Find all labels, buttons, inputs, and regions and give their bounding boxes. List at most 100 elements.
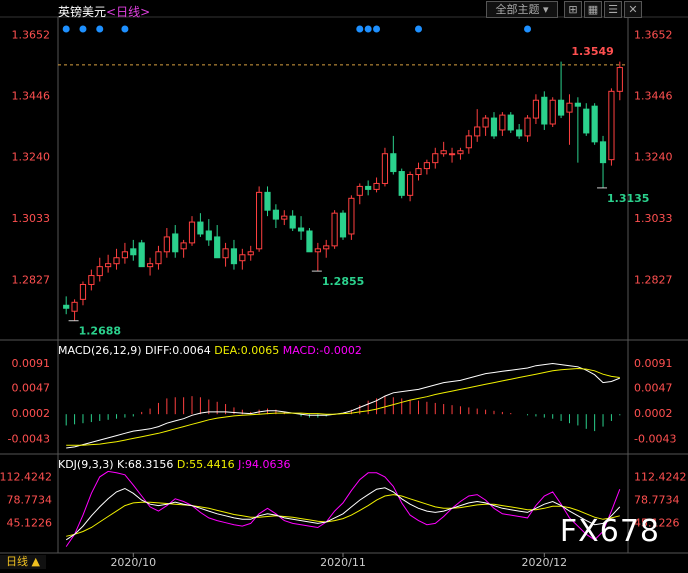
price-y-tick-left: 1.3240 bbox=[12, 151, 51, 164]
period-selector-button[interactable]: 日线 ▲ bbox=[0, 555, 46, 569]
kdj-k-line bbox=[65, 487, 621, 541]
macd-diff-readout: DIFF:0.0064 bbox=[145, 344, 211, 357]
kdj-y-tick-left: 45.1226 bbox=[7, 517, 53, 530]
candle-body bbox=[432, 153, 439, 164]
candle-body bbox=[423, 162, 430, 170]
candle-body bbox=[146, 263, 154, 268]
low-price-label: 1.2688 bbox=[79, 325, 121, 338]
candle-body bbox=[314, 248, 321, 253]
candle-body bbox=[516, 129, 523, 137]
price-y-tick-right: 1.3652 bbox=[634, 28, 673, 41]
candle-body bbox=[289, 215, 296, 229]
x-tick-label: 2020/12 bbox=[521, 556, 567, 569]
chart-stage: 1.3652 1.3652 1.3446 1.3446 1.3240 1.3240 1.30… bbox=[0, 0, 688, 569]
candle-body bbox=[557, 99, 565, 116]
macd-value-readout: MACD:-0.0002 bbox=[282, 344, 362, 357]
grid-icon[interactable]: ▦ bbox=[584, 1, 602, 18]
candle-body bbox=[79, 283, 87, 300]
candle-body bbox=[281, 215, 288, 220]
candle-body bbox=[356, 185, 363, 196]
macd-dea-readout: DEA:0.0065 bbox=[214, 344, 280, 357]
kdj-y-tick-left: 78.7734 bbox=[7, 494, 53, 507]
macd-y-tick-right: 0.0091 bbox=[634, 357, 673, 370]
candle-body bbox=[188, 221, 196, 244]
signal-dot bbox=[96, 25, 104, 33]
candle-body bbox=[155, 251, 162, 265]
candle-body bbox=[448, 153, 456, 156]
candle-body bbox=[574, 102, 581, 107]
kdj-d-line bbox=[66, 494, 620, 537]
candle-body bbox=[398, 171, 405, 196]
price-y-tick-left: 1.2827 bbox=[12, 273, 51, 286]
kdj-k-readout: K:68.3156 bbox=[117, 458, 174, 471]
candle-body bbox=[272, 209, 279, 220]
candle-body bbox=[256, 191, 263, 250]
macd-title: MACD(26,12,9) DIFF:0.0064 DEA:0.0065 MAC… bbox=[58, 344, 362, 357]
kdj-d-readout: D:55.4416 bbox=[176, 458, 235, 471]
candle-body bbox=[566, 102, 573, 113]
watermark: FX678 bbox=[559, 514, 660, 549]
candle-body bbox=[113, 257, 120, 265]
price-y-tick-left: 1.3652 bbox=[12, 28, 51, 41]
candle-body bbox=[541, 96, 548, 125]
high-price-label: 1.3549 bbox=[571, 45, 613, 58]
macd-y-tick-left: -0.0043 bbox=[8, 432, 50, 445]
low-price-label: 1.2855 bbox=[322, 275, 364, 288]
macd-y-tick-left: 0.0002 bbox=[12, 407, 51, 420]
candle-body bbox=[373, 182, 380, 190]
candle-body bbox=[331, 212, 338, 247]
candle-body bbox=[105, 263, 112, 268]
candle-body bbox=[214, 236, 221, 259]
kdj-y-tick-right: 112.4242 bbox=[634, 471, 687, 484]
price-y-tick-left: 1.3033 bbox=[12, 212, 51, 225]
candle-body bbox=[239, 254, 246, 262]
kdj-y-tick-left: 112.4242 bbox=[0, 471, 52, 484]
candle-body bbox=[407, 174, 414, 196]
candle-body bbox=[415, 168, 422, 176]
theme-dropdown-button[interactable]: 全部主题 ▾ bbox=[486, 1, 558, 18]
price-y-tick-right: 1.3240 bbox=[634, 151, 673, 164]
macd-dea-line bbox=[66, 367, 620, 446]
signal-dot bbox=[62, 25, 70, 33]
kdj-title: KDJ(9,3,3) K:68.3156 D:55.4416 J:94.0636 bbox=[58, 458, 291, 471]
period-suffix: <日线> bbox=[106, 5, 151, 19]
candle-body bbox=[121, 251, 129, 259]
candle-body bbox=[163, 236, 170, 253]
candle-body bbox=[130, 248, 137, 256]
candle-body bbox=[172, 233, 179, 253]
candle-body bbox=[381, 153, 389, 184]
candle-body bbox=[457, 150, 464, 155]
price-y-tick-right: 1.2827 bbox=[634, 273, 673, 286]
candle-body bbox=[222, 248, 229, 259]
chart-title: 英镑美元<日线> bbox=[58, 3, 150, 20]
candle-body bbox=[591, 105, 598, 143]
candle-body bbox=[599, 141, 607, 164]
list-icon[interactable]: ☰ bbox=[604, 1, 622, 18]
candle-body bbox=[247, 251, 254, 256]
kdj-y-tick-right: 78.7734 bbox=[634, 494, 680, 507]
candle-body bbox=[365, 185, 372, 190]
signal-dot bbox=[524, 25, 532, 33]
candle-body bbox=[88, 275, 95, 285]
candle-body bbox=[63, 304, 70, 309]
price-y-tick-right: 1.3033 bbox=[634, 212, 673, 225]
candle-body bbox=[616, 67, 623, 92]
close-icon[interactable]: ✕ bbox=[624, 1, 642, 18]
price-y-tick-right: 1.3446 bbox=[634, 89, 673, 102]
kdj-label: KDJ(9,3,3) bbox=[58, 458, 114, 471]
candle-body bbox=[138, 242, 145, 268]
chart-canvas[interactable]: 1.3652 1.3652 1.3446 1.3446 1.3240 1.3240 1.30… bbox=[0, 0, 688, 569]
x-tick-label: 2020/10 bbox=[110, 556, 156, 569]
candle-body bbox=[339, 212, 347, 238]
signal-dot bbox=[364, 25, 372, 33]
candle-body bbox=[348, 197, 355, 235]
crosshair-icon[interactable]: ⊞ bbox=[564, 1, 582, 18]
candle-body bbox=[96, 266, 103, 277]
signal-dot bbox=[79, 25, 87, 33]
theme-button-label: 全部主题 bbox=[495, 3, 540, 16]
candle-body bbox=[490, 117, 498, 137]
candle-body bbox=[507, 114, 514, 131]
kdj-j-line bbox=[65, 470, 621, 547]
candle-body bbox=[264, 191, 271, 211]
candle-body bbox=[297, 227, 305, 232]
